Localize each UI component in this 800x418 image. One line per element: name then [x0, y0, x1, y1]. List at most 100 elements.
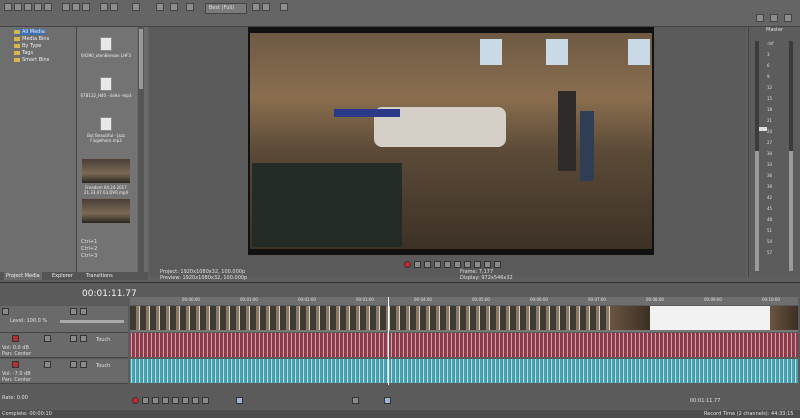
split-screen-icon[interactable] — [262, 3, 270, 11]
track-expand-icon[interactable] — [2, 308, 9, 315]
tab-project-media[interactable]: Project Media — [4, 272, 42, 280]
ext-monitor-icon[interactable] — [170, 3, 178, 11]
go-start-button[interactable] — [192, 397, 199, 404]
master-props-icon[interactable] — [756, 14, 764, 22]
project-media-panel: All Media Media Bins By Type Tags Smart … — [0, 27, 148, 277]
track-solo-icon[interactable] — [80, 335, 87, 342]
go-start-button[interactable] — [464, 261, 471, 268]
audio-track-2-header[interactable]: Touch Vol: -7.0 dB Pan: Center — [0, 359, 128, 384]
next-frame-button[interactable] — [494, 261, 501, 268]
render-icon[interactable] — [44, 3, 52, 11]
properties-icon[interactable] — [34, 3, 42, 11]
record-button[interactable] — [132, 397, 139, 404]
snapshot-icon[interactable] — [280, 3, 288, 11]
tree-item-tags[interactable]: Tags — [14, 50, 33, 56]
ripple-icon[interactable] — [384, 397, 391, 404]
record-arm-icon[interactable] — [12, 335, 19, 342]
media-file[interactable]: 04390_otenBenson LHF3 — [79, 37, 133, 58]
video-clip[interactable] — [610, 306, 650, 330]
pause-button[interactable] — [444, 261, 451, 268]
timeline-ruler[interactable]: 00:00:00 00:01:00 00:02:00 00:03:00 00:0… — [130, 297, 798, 305]
audio-track-1-header[interactable]: Touch Vol: 0.0 dB Pan: Center — [0, 333, 128, 358]
timeline-panel: 00:01:11.77 00:00:00 00:01:00 00:02:00 0… — [0, 282, 800, 409]
video-clip[interactable] — [770, 306, 798, 330]
track-solo-icon[interactable] — [80, 361, 87, 368]
rate-readout: Rate: 0.00 — [2, 395, 28, 401]
new-project-icon[interactable] — [4, 3, 12, 11]
master-fx-icon[interactable] — [770, 14, 778, 22]
media-file[interactable]: 67B112_H40 - ilsHa -mp3 — [79, 77, 133, 98]
audio-file-icon — [100, 117, 112, 131]
play-from-start-button[interactable] — [424, 261, 431, 268]
master-meter-left-fill — [755, 151, 759, 271]
preview-frame — [248, 27, 654, 255]
track-mute-icon[interactable] — [70, 335, 77, 342]
tree-item-media-bins[interactable]: Media Bins — [14, 36, 49, 42]
normal-edit-tool-icon[interactable] — [236, 397, 243, 404]
audio-track-2-lane[interactable] — [130, 359, 798, 383]
avatar-shape — [580, 111, 594, 181]
video-clip[interactable] — [130, 306, 610, 330]
undo-icon[interactable] — [100, 3, 108, 11]
go-end-button[interactable] — [474, 261, 481, 268]
open-icon[interactable] — [14, 3, 22, 11]
track-solo-icon[interactable] — [80, 308, 87, 315]
master-meter-right-fill — [789, 151, 793, 271]
redo-icon[interactable] — [110, 3, 118, 11]
loop-button[interactable] — [414, 261, 421, 268]
fx-icon[interactable] — [186, 3, 194, 11]
main-toolbar: Best (Full) — [0, 0, 800, 27]
copy-icon[interactable] — [72, 3, 80, 11]
video-clip[interactable] — [650, 306, 770, 330]
media-files: 04390_otenBenson LHF3 67B112_H40 - ilsHa… — [77, 27, 137, 273]
prev-frame-button[interactable] — [484, 261, 491, 268]
stop-button[interactable] — [182, 397, 189, 404]
playhead-cursor[interactable] — [388, 297, 389, 385]
audio-track-1-lane[interactable] — [130, 333, 798, 357]
record-button[interactable] — [404, 261, 411, 268]
window-shape — [546, 39, 568, 65]
go-end-button[interactable] — [202, 397, 209, 404]
media-file[interactable]: Freedom 04.24.2017 21.33.47.03.DVR.mp4 — [79, 159, 133, 195]
loop-button[interactable] — [142, 397, 149, 404]
preview-props-icon[interactable] — [156, 3, 164, 11]
save-icon[interactable] — [24, 3, 32, 11]
track-mute-icon[interactable] — [70, 361, 77, 368]
automation-mode[interactable]: Touch — [96, 337, 110, 343]
pause-button[interactable] — [172, 397, 179, 404]
play-button[interactable] — [162, 397, 169, 404]
tree-item-by-type[interactable]: By Type — [14, 43, 41, 49]
media-scrollbar[interactable] — [138, 27, 144, 273]
paste-icon[interactable] — [82, 3, 90, 11]
tree-item-smart-bins[interactable]: Smart Bins — [14, 57, 49, 63]
overlay-icon[interactable] — [252, 3, 260, 11]
media-file[interactable] — [79, 199, 133, 225]
track-fx-icon[interactable] — [44, 335, 51, 342]
track-fx-icon[interactable] — [44, 361, 51, 368]
play-button[interactable] — [434, 261, 441, 268]
avatar-shape — [558, 91, 576, 171]
status-text: Complete: 00:00:10 — [2, 411, 52, 417]
tab-transitions[interactable]: Transitions — [86, 272, 113, 280]
automation-mode[interactable]: Touch — [96, 363, 110, 369]
video-track-header[interactable]: Level: 100.0 % — [0, 306, 128, 333]
video-track-lane[interactable] — [130, 306, 798, 332]
snap-icon[interactable] — [352, 397, 359, 404]
media-file[interactable]: But Beautiful - Jazz Flugelhorn.mp3 — [79, 117, 133, 143]
preview-quality-dropdown[interactable]: Best (Full) — [205, 3, 247, 14]
video-level-slider[interactable] — [60, 320, 124, 323]
track-mute-icon[interactable] — [70, 308, 77, 315]
record-arm-icon[interactable] — [12, 361, 19, 368]
master-fader-handle[interactable] — [759, 127, 767, 131]
play-from-start-button[interactable] — [152, 397, 159, 404]
video-preview-panel: Project: 1920x1080x32, 100.000p Preview:… — [150, 27, 746, 281]
media-tree: All Media Media Bins By Type Tags Smart … — [0, 27, 77, 273]
cut-icon[interactable] — [62, 3, 70, 11]
master-bus-panel: Master -Inf 3 6 9 12 15 18 21 24 27 30 3… — [748, 27, 800, 277]
record-time-info: Record Time (2 channels): 44:33:15 — [704, 411, 794, 417]
master-mute-icon[interactable] — [784, 14, 792, 22]
tab-explorer[interactable]: Explorer — [52, 272, 73, 280]
tree-item-all-media[interactable]: All Media — [14, 29, 45, 35]
help-icon[interactable] — [132, 3, 140, 11]
stop-button[interactable] — [454, 261, 461, 268]
